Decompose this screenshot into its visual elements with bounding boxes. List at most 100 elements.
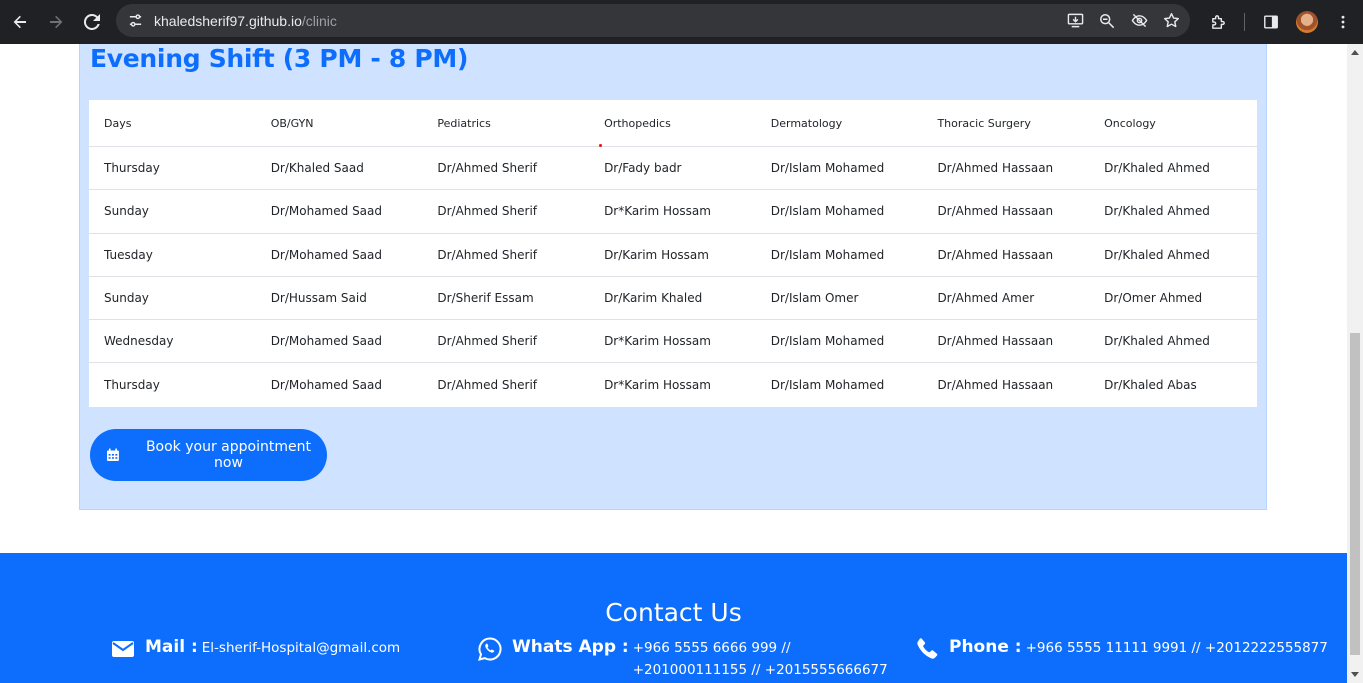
doctor-cell: Dr/Khaled Ahmed (1104, 334, 1210, 349)
column-header: Orthopedics (604, 116, 671, 130)
side-panel-icon[interactable] (1253, 4, 1289, 40)
address-bar[interactable]: khaledsherif97.github.io/clinic (116, 4, 1190, 37)
phone-icon (917, 638, 938, 659)
arrow-left-icon (13, 15, 26, 29)
scroll-down-arrow[interactable] (1351, 672, 1359, 677)
whatsapp-value[interactable]: +966 5555 6666 999 // +201000111155 // +… (633, 637, 898, 681)
doctor-cell: Dr/Fady badr (604, 161, 682, 176)
column-header: Dermatology (770, 116, 843, 130)
phone-label: Phone : (949, 637, 1022, 657)
page-scrollbar[interactable] (1347, 44, 1363, 683)
doctor-cell: Dr/Islam Mohamed (770, 161, 885, 176)
shift-title: Evening Shift (3 PM - 8 PM) (90, 44, 469, 73)
doctor-cell: Dr/Mohamed Saad (270, 334, 383, 349)
contact-mail: Mail : El-sherif-Hospital@gmail.com (111, 637, 441, 661)
doctor-cell: Dr/Ahmed Hassaan (937, 204, 1054, 219)
whatsapp-label: Whats App : (512, 637, 629, 657)
whatsapp-icon (478, 637, 502, 661)
doctor-cell: Dr/Ahmed Hassaan (937, 334, 1054, 349)
contact-footer: Contact Us Mail : El-sherif-Hospital@gma… (0, 553, 1347, 683)
cursor-dot (599, 144, 602, 147)
site-settings-icon[interactable] (120, 6, 150, 36)
browser-toolbar: khaledsherif97.github.io/clinic (0, 0, 1363, 44)
doctor-cell: Dr/Karim Khaled (604, 291, 703, 306)
day-cell: Thursday (104, 378, 160, 393)
doctor-cell: Dr/Sherif Essam (437, 291, 534, 306)
doctor-cell: Dr/Mohamed Saad (270, 378, 383, 393)
table-row: Wednesday Dr/Mohamed Saad Dr/Ahmed Sherif D… (89, 320, 1257, 364)
doctor-cell: Dr/Ahmed Hassaan (937, 378, 1054, 393)
doctor-cell: Dr/Ahmed Amer (937, 291, 1035, 306)
doctor-cell: Dr/Mohamed Saad (270, 204, 383, 219)
table-header-row: Days OB/GYN Pediatrics Orthopedics Dermatolo… (89, 100, 1257, 147)
column-header: Days (104, 116, 132, 130)
url-path: /clinic (301, 12, 337, 29)
table-row: Sunday Dr/Hussam Said Dr/Sherif Essam Dr/Ka… (89, 277, 1257, 321)
envelope-icon (112, 641, 134, 657)
contact-title: Contact Us (605, 598, 742, 627)
profile-avatar[interactable] (1296, 11, 1318, 33)
doctor-cell: Dr*Karim Hossam (604, 204, 711, 219)
table-row: Thursday Dr/Khaled Saad Dr/Ahmed Sherif Dr/… (89, 147, 1257, 191)
extensions-icon[interactable] (1200, 4, 1236, 40)
contact-whatsapp: Whats App : +966 5555 6666 999 // +20100… (478, 637, 898, 681)
zoom-icon[interactable] (1098, 12, 1116, 30)
book-appointment-button[interactable]: Book your appointment now (90, 429, 327, 481)
url-text: khaledsherif97.github.io/clinic (154, 13, 337, 29)
scroll-up-arrow[interactable] (1351, 50, 1359, 55)
doctor-cell: Dr/Islam Mohamed (770, 334, 885, 349)
day-cell: Thursday (104, 161, 160, 176)
phone-value[interactable]: +966 5555 11111 9991 // +2012222555877 (1026, 637, 1328, 659)
install-app-icon[interactable] (1066, 12, 1084, 30)
doctor-cell: Dr/Hussam Said (270, 291, 367, 306)
book-appointment-label: Book your appointment now (145, 439, 311, 471)
table-body: Thursday Dr/Khaled Saad Dr/Ahmed Sherif Dr/… (89, 147, 1257, 407)
forward-button[interactable] (38, 4, 74, 40)
page-viewport: Evening Shift (3 PM - 8 PM) Days OB/GYN Pe… (0, 44, 1347, 683)
day-cell: Sunday (104, 291, 149, 306)
schedule-table: Days OB/GYN Pediatrics Orthopedics Dermatolo… (89, 100, 1257, 407)
evening-shift-section: Evening Shift (3 PM - 8 PM) Days OB/GYN Pe… (79, 44, 1267, 510)
doctor-cell: Dr*Karim Hossam (604, 378, 711, 393)
doctor-cell: Dr/Islam Mohamed (770, 247, 885, 262)
arrow-right-icon (50, 15, 63, 29)
column-header: Pediatrics (437, 116, 491, 130)
table-row: Sunday Dr/Mohamed Saad Dr/Ahmed Sherif Dr*K… (89, 190, 1257, 234)
scroll-thumb[interactable] (1350, 333, 1360, 655)
doctor-cell: Dr/Omer Ahmed (1104, 291, 1203, 306)
doctor-cell: Dr/Karim Hossam (604, 247, 709, 262)
doctor-cell: Dr/Mohamed Saad (270, 247, 383, 262)
url-host: khaledsherif97.github.io (154, 12, 302, 29)
toolbar-divider (1244, 13, 1245, 31)
reload-button[interactable] (74, 4, 110, 40)
doctor-cell: Dr/Islam Mohamed (770, 204, 885, 219)
day-cell: Tuesday (104, 247, 153, 262)
back-button[interactable] (2, 4, 38, 40)
doctor-cell: Dr/Ahmed Sherif (437, 334, 538, 349)
mail-value[interactable]: El-sherif-Hospital@gmail.com (202, 637, 400, 659)
contact-phone: Phone : +966 5555 11111 9991 // +2012222… (915, 637, 1335, 661)
doctor-cell: Dr/Ahmed Sherif (437, 378, 538, 393)
doctor-cell: Dr/Ahmed Hassaan (937, 247, 1054, 262)
table-row: Tuesday Dr/Mohamed Saad Dr/Ahmed Sherif Dr/… (89, 234, 1257, 277)
doctor-cell: Dr*Karim Hossam (604, 334, 711, 349)
reload-icon (84, 14, 100, 30)
calendar-icon (106, 448, 119, 461)
day-cell: Wednesday (104, 334, 174, 349)
table-row: Thursday Dr/Mohamed Saad Dr/Ahmed Sherif Dr… (89, 363, 1257, 406)
more-menu-icon[interactable] (1325, 4, 1361, 40)
doctor-cell: Dr/Ahmed Hassaan (937, 161, 1054, 176)
doctor-cell: Dr/Khaled Abas (1104, 378, 1197, 393)
day-cell: Sunday (104, 204, 149, 219)
doctor-cell: Dr/Khaled Saad (270, 161, 364, 176)
column-header: Oncology (1104, 116, 1156, 130)
doctor-cell: Dr/Islam Omer (770, 291, 859, 306)
eye-off-icon[interactable] (1130, 12, 1148, 30)
doctor-cell: Dr/Khaled Ahmed (1104, 161, 1210, 176)
doctor-cell: Dr/Khaled Ahmed (1104, 204, 1210, 219)
column-header: Thoracic Surgery (937, 116, 1031, 130)
bookmark-star-icon[interactable] (1162, 12, 1180, 30)
doctor-cell: Dr/Khaled Ahmed (1104, 247, 1210, 262)
column-header: OB/GYN (270, 116, 314, 130)
doctor-cell: Dr/Ahmed Sherif (437, 161, 538, 176)
